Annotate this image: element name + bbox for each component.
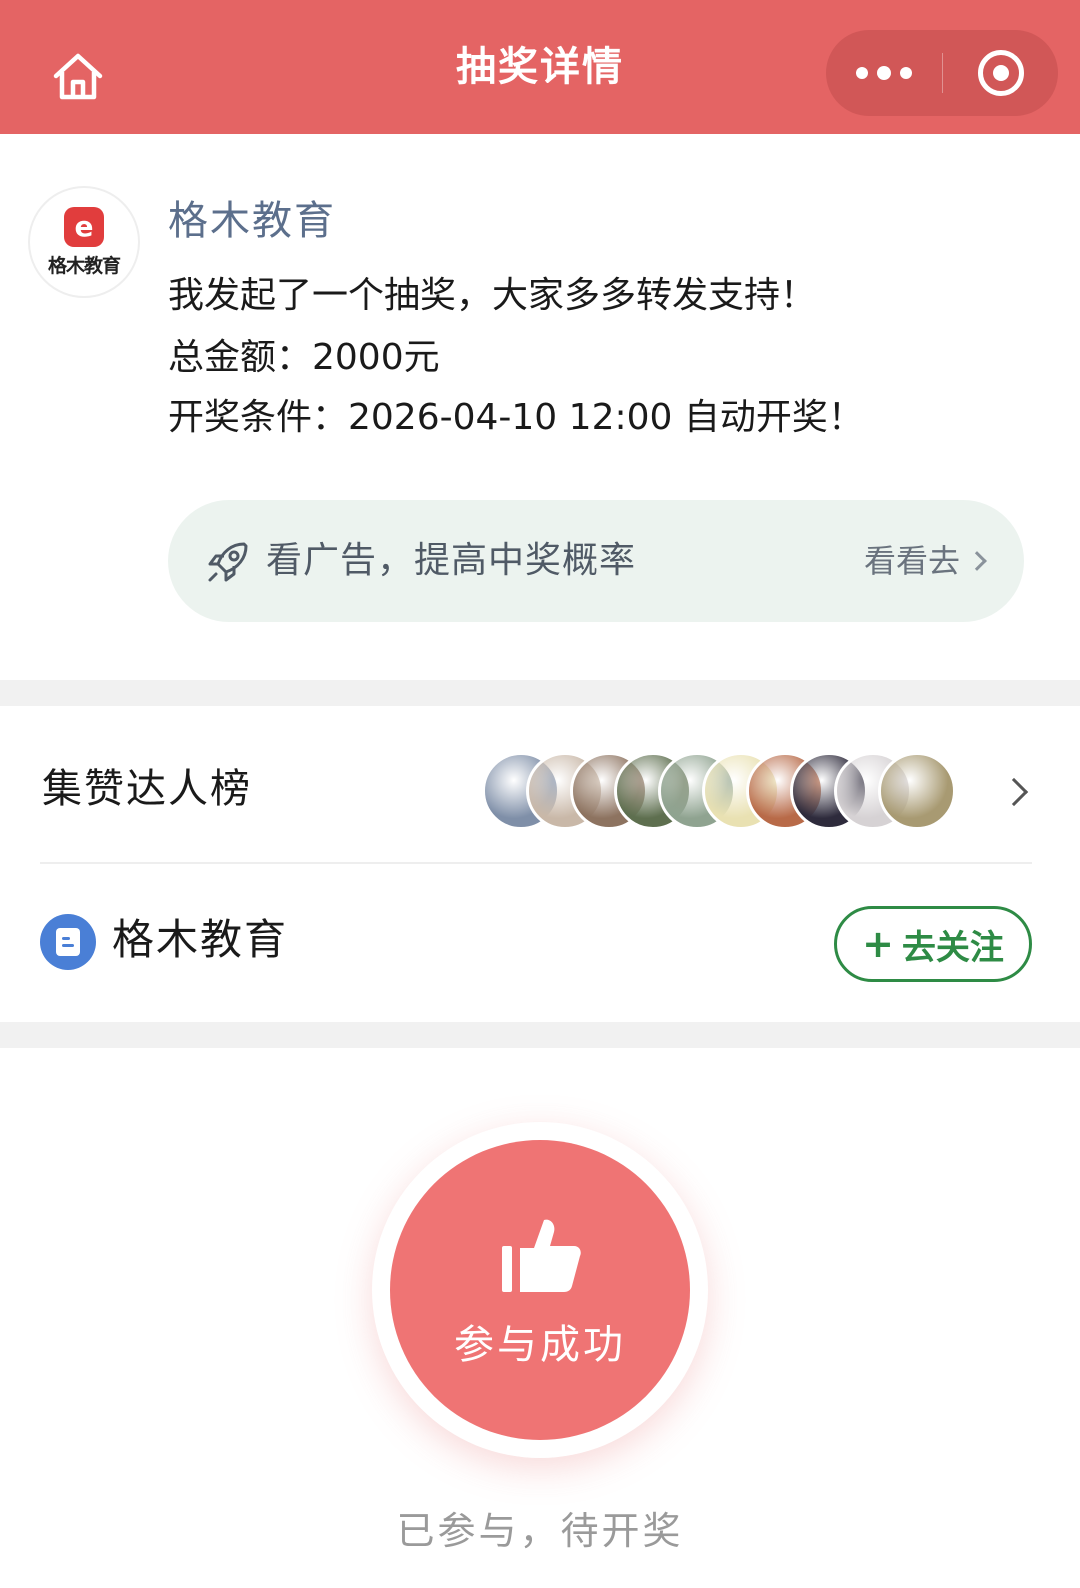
participate-button-label: 参与成功	[454, 1322, 626, 1368]
post-text-intro: 我发起了一个抽奖，大家多多转发支持！	[168, 275, 817, 316]
leaderboard-row[interactable]: 集赞达人榜	[0, 706, 1080, 866]
plus-icon: +	[862, 922, 894, 966]
ad-banner[interactable]: 看广告，提高中奖概率 看看去	[168, 500, 1024, 622]
more-dots-icon	[856, 67, 868, 79]
official-account-row: 格木教育 + 去关注	[0, 866, 1080, 1020]
leaderboard-avatars	[482, 752, 1002, 832]
section-divider	[0, 680, 1080, 706]
more-dots-icon-dot	[877, 66, 891, 80]
more-button[interactable]	[826, 30, 942, 116]
leaderboard-avatar	[878, 752, 956, 830]
official-account-name[interactable]: 格木教育	[112, 906, 288, 967]
poster-avatar[interactable]: e 格木教育	[28, 186, 140, 298]
row-separator	[40, 862, 1032, 864]
ad-text: 看广告，提高中奖概率	[266, 540, 637, 581]
mini-program-capsule	[826, 30, 1058, 116]
close-button[interactable]	[943, 30, 1058, 116]
official-account-icon	[40, 914, 96, 970]
ad-link-label: 看看去	[863, 542, 960, 580]
thumbs-up-icon	[502, 1219, 581, 1292]
more-dots-icon-dot	[900, 67, 912, 79]
follow-button[interactable]: + 去关注	[834, 906, 1032, 982]
section-divider	[0, 1022, 1080, 1048]
poster-name[interactable]: 格木教育	[168, 188, 336, 246]
logo-icon: e	[64, 206, 104, 247]
chevron-right-icon	[999, 777, 1029, 807]
leaderboard-label: 集赞达人榜	[42, 766, 252, 812]
home-icon	[53, 53, 103, 100]
top-bar: 抽奖详情	[0, 0, 1080, 134]
rocket-icon	[208, 542, 248, 582]
target-circle-icon	[977, 50, 1024, 96]
ad-link[interactable]: 看看去	[863, 500, 987, 622]
home-button[interactable]	[40, 38, 116, 114]
post-text-condition: 开奖条件：2026-04-10 12:00 自动开奖！	[168, 397, 864, 438]
chevron-right-icon	[967, 551, 987, 571]
follow-button-label: 去关注	[901, 927, 1004, 968]
participate-button[interactable]: 参与成功	[390, 1140, 690, 1440]
logo-text: 格木教育	[47, 254, 121, 277]
post-text-amount: 总金额：2000元	[168, 337, 440, 378]
participation-status: 已参与，待开奖	[396, 1509, 684, 1553]
